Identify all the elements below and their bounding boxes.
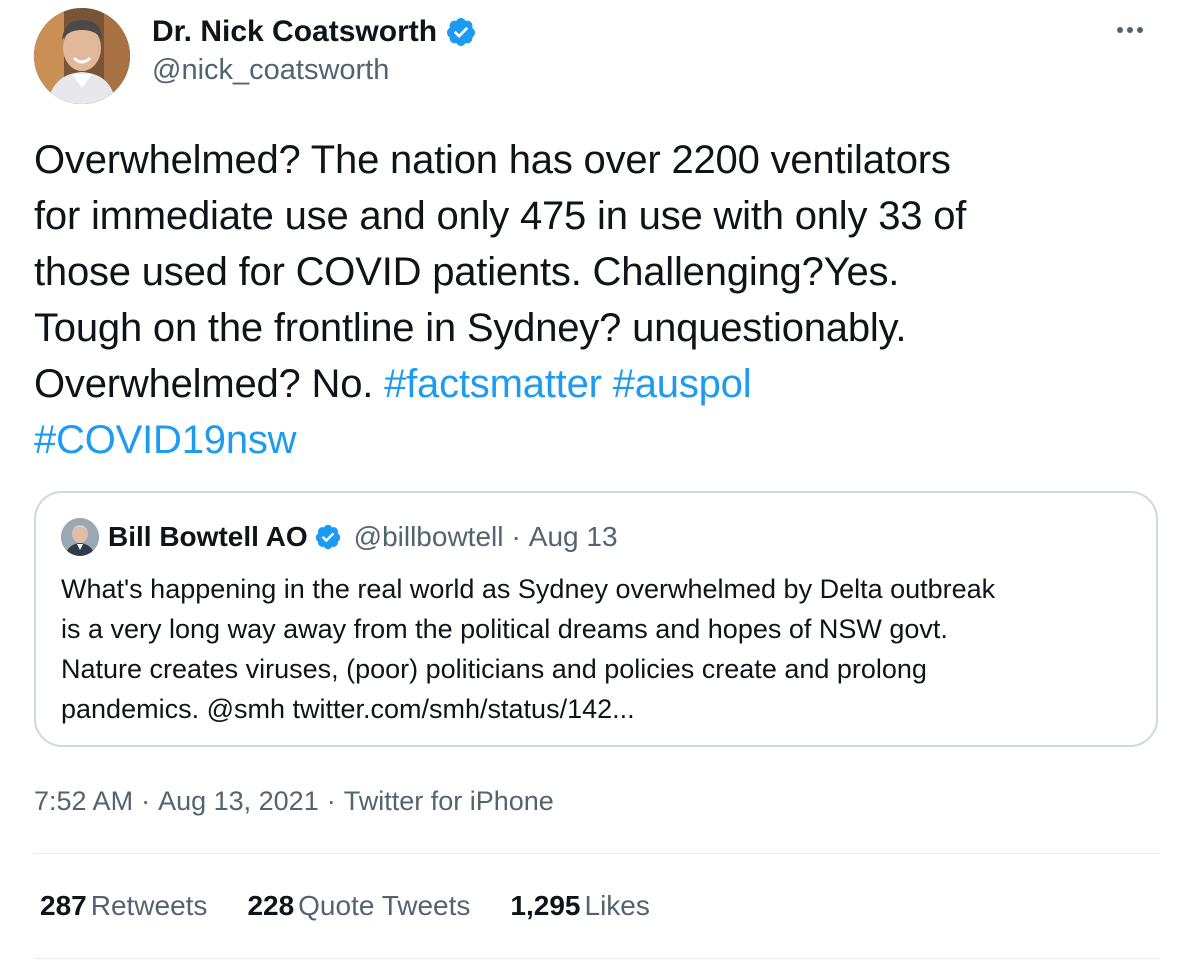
divider	[34, 853, 1160, 854]
likes-label: Likes	[584, 890, 650, 921]
tweet-text-line: #COVID19nsw	[34, 412, 1154, 468]
retweets-count: 287	[40, 890, 87, 921]
likes-count: 1,295	[510, 890, 581, 921]
more-options-icon[interactable]	[1110, 14, 1150, 46]
tweet-text-segment: for immediate use and only 475 in use wi…	[34, 194, 967, 238]
tweet-text-segment	[602, 362, 613, 406]
quote-text-line: What's happening in the real world as Sy…	[61, 574, 996, 604]
quote-tweets-stat[interactable]: 228 Quote Tweets	[247, 890, 470, 922]
meta-separator: ·	[326, 786, 336, 816]
tweet: Dr. Nick Coatsworth @nick_coatsworth Ove…	[0, 0, 1200, 965]
tweet-text-segment: Tough on the frontline in Sydney? unques…	[34, 306, 907, 350]
quote-author-avatar[interactable]	[61, 518, 99, 556]
hashtag-link[interactable]: #factsmatter	[384, 362, 602, 406]
divider	[34, 958, 1160, 959]
author-handle[interactable]: @nick_coatsworth	[152, 54, 389, 87]
quote-tweet[interactable]: Bill Bowtell AO @billbowtell · Aug 13 Wh…	[34, 491, 1158, 747]
verified-badge-icon	[445, 16, 477, 48]
meta-separator: ·	[141, 786, 151, 816]
tweet-stats: 287 Retweets 228 Quote Tweets 1,295 Likes	[40, 890, 690, 922]
tweet-date[interactable]: Aug 13, 2021	[158, 786, 319, 816]
tweet-text-line: those used for COVID patients. Challengi…	[34, 244, 1154, 300]
author-avatar[interactable]	[34, 8, 130, 104]
quote-header: Bill Bowtell AO @billbowtell · Aug 13	[108, 519, 618, 555]
likes-stat[interactable]: 1,295 Likes	[510, 890, 649, 922]
tweet-text-line: for immediate use and only 475 in use wi…	[34, 188, 1154, 244]
quote-text-line: is a very long way away from the politic…	[61, 614, 948, 644]
tweet-text-segment: Overwhelmed? The nation has over 2200 ve…	[34, 138, 951, 182]
retweets-label: Retweets	[90, 890, 208, 921]
retweets-stat[interactable]: 287 Retweets	[40, 890, 207, 922]
author-display-name[interactable]: Dr. Nick Coatsworth	[152, 15, 437, 49]
quote-separator: ·	[511, 521, 521, 552]
tweet-time[interactable]: 7:52 AM	[34, 786, 133, 816]
tweet-text-line: Overwhelmed? No. #factsmatter #auspol	[34, 356, 1154, 412]
quote-display-name[interactable]: Bill Bowtell AO	[108, 521, 308, 553]
avatar-photo	[34, 8, 130, 104]
quote-tweets-label: Quote Tweets	[298, 890, 471, 921]
author-name-row[interactable]: Dr. Nick Coatsworth	[152, 12, 477, 52]
tweet-text-segment: those used for COVID patients. Challengi…	[34, 250, 900, 294]
hashtag-link[interactable]: #auspol	[613, 362, 752, 406]
quote-text-line: pandemics. @smh twitter.com/smh/status/1…	[61, 694, 635, 724]
verified-badge-icon	[314, 523, 342, 551]
quote-date[interactable]: Aug 13	[529, 521, 618, 553]
tweet-text-line: Tough on the frontline in Sydney? unques…	[34, 300, 1154, 356]
tweet-text-segment: Overwhelmed? No.	[34, 362, 385, 406]
tweet-text-line: Overwhelmed? The nation has over 2200 ve…	[34, 132, 1154, 188]
tweet-text: Overwhelmed? The nation has over 2200 ve…	[34, 132, 1154, 468]
tweet-source[interactable]: Twitter for iPhone	[344, 786, 554, 816]
quote-text-line: Nature creates viruses, (poor) politicia…	[61, 654, 927, 684]
quote-tweets-count: 228	[247, 890, 295, 921]
quote-text: What's happening in the real world as Sy…	[61, 569, 1141, 729]
tweet-meta: 7:52 AM · Aug 13, 2021 · Twitter for iPhone	[34, 786, 554, 817]
hashtag-link[interactable]: #COVID19nsw	[34, 418, 297, 462]
quote-handle[interactable]: @billbowtell	[354, 521, 504, 553]
